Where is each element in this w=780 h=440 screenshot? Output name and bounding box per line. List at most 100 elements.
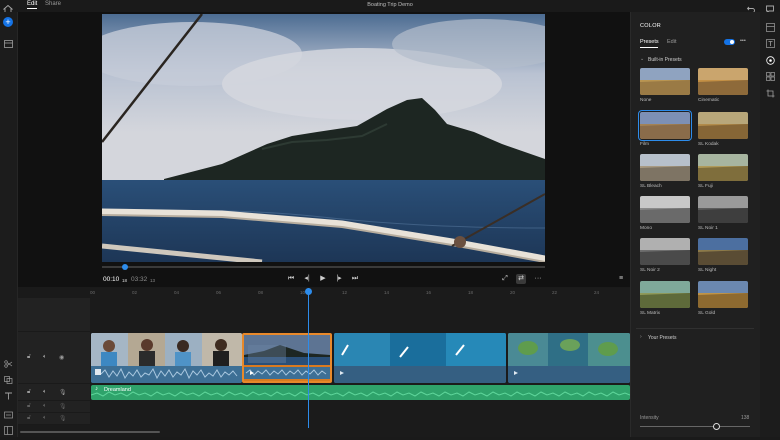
scissors-icon[interactable] xyxy=(4,355,13,368)
lock-icon[interactable]: 🔓︎ xyxy=(27,389,31,396)
preset-label: Film xyxy=(640,142,650,147)
chevron-right-icon[interactable]: › xyxy=(640,334,642,340)
ruler-tick: 24 xyxy=(594,290,600,295)
preset-label: None xyxy=(640,98,652,103)
ruler-tick: 14 xyxy=(384,290,390,295)
home-icon[interactable] xyxy=(2,1,14,14)
playhead-handle[interactable] xyxy=(305,288,312,295)
chevron-down-icon[interactable]: ⌄ xyxy=(640,56,644,62)
preset-thumb-sl-matrix[interactable] xyxy=(640,281,690,308)
preset-label: Cinematic xyxy=(698,98,720,103)
more-options-icon[interactable]: ··· xyxy=(533,274,543,284)
current-timecode: 00:10 xyxy=(103,276,120,283)
ruler-tick: 02 xyxy=(132,290,138,295)
document-title: Boating Trip Demo xyxy=(367,2,413,8)
preset-thumb-sl-noir-2[interactable] xyxy=(640,238,690,265)
current-frames: 18 xyxy=(122,278,128,283)
lock-icon[interactable]: 🔓︎ xyxy=(27,415,31,422)
panel-title: COLOR xyxy=(640,23,662,29)
ruler-tick: 04 xyxy=(174,290,180,295)
preset-label: Mono xyxy=(640,226,652,231)
video-clip-aerial-boat[interactable] xyxy=(334,333,506,383)
fit-to-frame-icon[interactable]: ⤢ xyxy=(500,274,510,284)
scrub-handle[interactable] xyxy=(122,264,128,270)
ruler-tick: 00 xyxy=(90,290,96,295)
titles-icon[interactable] xyxy=(766,35,775,48)
preset-thumb-sl-bleach[interactable] xyxy=(640,154,690,181)
play-icon[interactable]: ▶ xyxy=(318,274,328,284)
preset-thumb-cinematic[interactable] xyxy=(698,68,748,95)
preset-thumb-none[interactable] xyxy=(640,68,690,95)
color-wheel-icon[interactable] xyxy=(766,52,775,65)
intensity-label: Intensity xyxy=(640,415,659,421)
comments-icon[interactable] xyxy=(765,1,775,14)
volume-icon[interactable]: 🔈︎ xyxy=(43,354,47,361)
go-to-start-icon[interactable]: ⏮ xyxy=(286,274,296,284)
tab-edit[interactable]: Edit xyxy=(27,1,38,9)
panel-more-button[interactable]: ••• xyxy=(740,38,746,44)
music-clip-dreamland[interactable]: ♪ Dreamland xyxy=(91,385,630,400)
intensity-slider-track[interactable] xyxy=(640,426,750,427)
loop-playback-icon[interactable]: ⇄ xyxy=(516,274,526,284)
ruler-tick: 16 xyxy=(426,290,432,295)
preset-thumb-sl-gold[interactable] xyxy=(698,281,748,308)
preset-label: SL Noir 2 xyxy=(640,268,660,273)
preset-thumb-sl-fuji[interactable] xyxy=(698,154,748,181)
track-list-icon[interactable] xyxy=(4,422,13,435)
preset-thumb-sl-noir-1[interactable] xyxy=(698,196,748,223)
tab-presets[interactable]: Presets xyxy=(640,39,659,45)
undo-icon[interactable] xyxy=(746,1,756,13)
grid-icon[interactable] xyxy=(766,68,775,81)
duration-timecode: 03:32 xyxy=(131,276,148,283)
mic-icon[interactable]: 🎙︎ xyxy=(59,415,67,422)
track-header-empty xyxy=(18,298,90,332)
preset-label: SL Bleach xyxy=(640,184,662,189)
preset-thumb-sl-night[interactable] xyxy=(698,238,748,265)
ruler-tick: 12 xyxy=(342,290,348,295)
your-presets-heading[interactable]: Your Presets xyxy=(648,335,676,341)
tab-edit-color[interactable]: Edit xyxy=(667,39,676,45)
menu-icon[interactable]: ≡ xyxy=(616,274,626,284)
volume-icon[interactable]: 🔈︎ xyxy=(43,403,47,410)
layers-icon[interactable] xyxy=(4,371,13,384)
music-note-icon: ♪ xyxy=(95,386,98,392)
ruler-tick: 22 xyxy=(552,290,558,295)
volume-icon[interactable]: 🔈︎ xyxy=(43,415,47,422)
captions-icon[interactable] xyxy=(4,406,13,419)
preset-thumb-sl-kodak[interactable] xyxy=(698,112,748,139)
video-clip-selected[interactable] xyxy=(242,333,332,383)
timeline-ruler[interactable] xyxy=(90,288,630,298)
preset-label: SL Noir 1 xyxy=(698,226,718,231)
video-clip-people[interactable] xyxy=(91,333,242,383)
crop-icon[interactable] xyxy=(766,85,775,98)
preset-thumb-mono[interactable] xyxy=(640,196,690,223)
intensity-slider-handle[interactable] xyxy=(713,423,720,430)
video-preview[interactable] xyxy=(102,14,545,262)
volume-icon[interactable]: 🔈︎ xyxy=(43,389,47,396)
preset-label: SL Night xyxy=(698,268,717,273)
preset-thumb-film[interactable] xyxy=(638,110,692,141)
effects-icon[interactable] xyxy=(766,19,775,32)
text-tool-icon[interactable] xyxy=(4,387,13,400)
builtin-presets-heading[interactable]: Built-in Presets xyxy=(648,57,682,63)
step-back-icon[interactable]: ◂| xyxy=(302,274,312,284)
playhead[interactable] xyxy=(308,288,309,428)
add-media-button[interactable]: + xyxy=(3,17,13,27)
scrub-bar[interactable] xyxy=(102,266,545,268)
music-clip-label: Dreamland xyxy=(104,387,131,393)
video-clip-aerial-reef[interactable] xyxy=(508,333,630,383)
intensity-value: 138 xyxy=(741,415,750,421)
timeline-scrollbar[interactable] xyxy=(20,431,160,433)
color-enable-toggle[interactable] xyxy=(724,39,735,45)
preset-label: SL Matrix xyxy=(640,311,661,316)
lock-icon[interactable]: 🔓︎ xyxy=(27,403,31,410)
ruler-tick: 18 xyxy=(468,290,474,295)
mic-icon[interactable]: 🎙︎ xyxy=(59,389,67,396)
lock-icon[interactable]: 🔓︎ xyxy=(27,354,31,361)
go-to-end-icon[interactable]: ⏭ xyxy=(350,274,360,284)
media-library-icon[interactable] xyxy=(4,35,13,48)
eye-icon[interactable]: ◉ xyxy=(59,354,64,361)
step-forward-icon[interactable]: |▸ xyxy=(334,274,344,284)
mic-icon[interactable]: 🎙︎ xyxy=(59,403,67,410)
tab-share[interactable]: Share xyxy=(45,1,61,7)
